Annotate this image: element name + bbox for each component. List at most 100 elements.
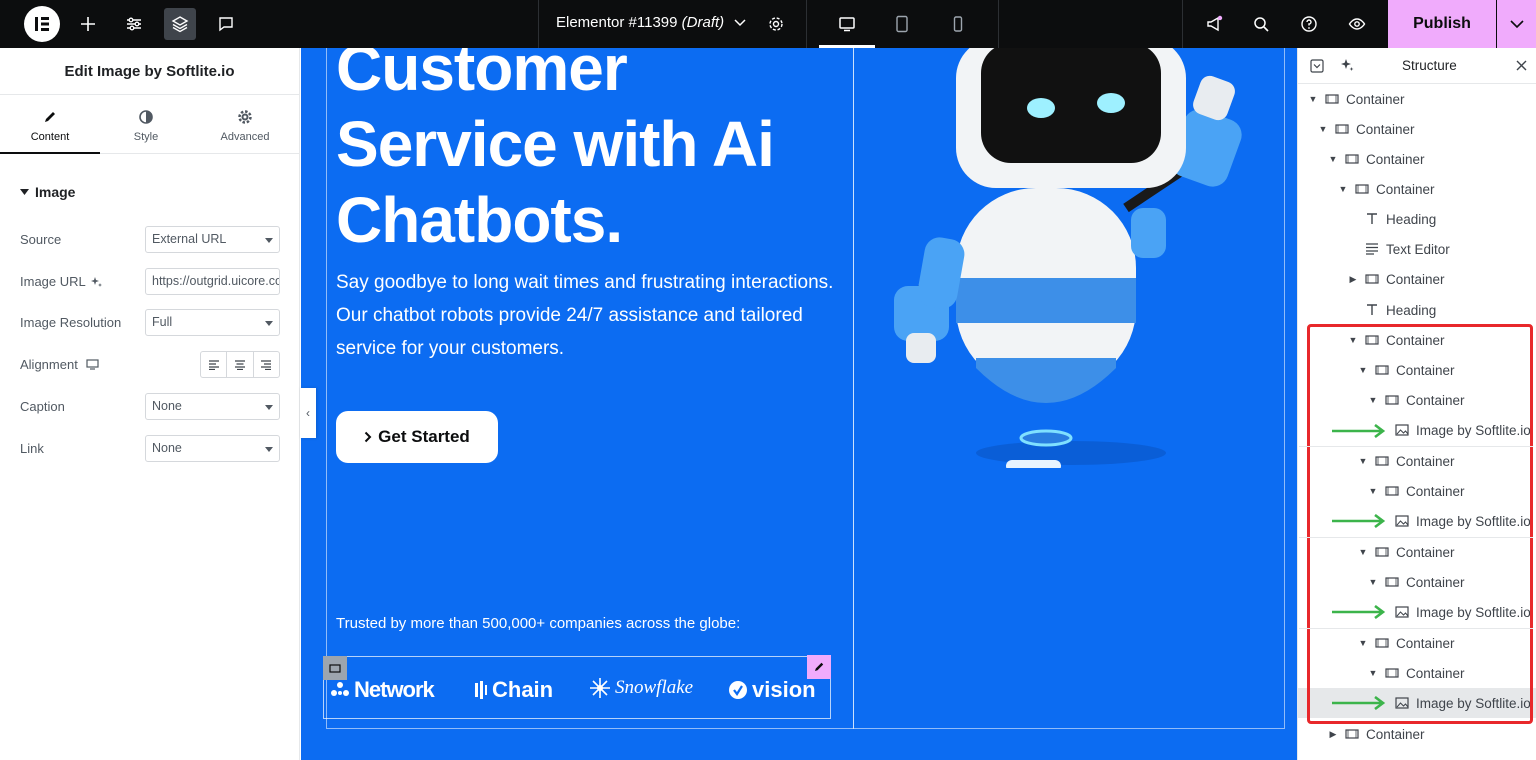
hero-paragraph[interactable]: Say goodbye to long wait times and frust… [336, 266, 836, 365]
container-icon [1344, 727, 1360, 741]
divider [1299, 537, 1533, 538]
divider [1299, 628, 1533, 629]
caret-down-icon[interactable]: ▼ [1338, 184, 1348, 194]
link-select[interactable]: None [145, 435, 280, 462]
container-icon [1344, 152, 1360, 166]
section-title: Image [35, 184, 76, 200]
caret-right-icon[interactable]: ▶ [1328, 729, 1338, 740]
collapse-panel-chevron-icon[interactable]: ‹ [300, 388, 316, 438]
desktop-responsive-icon[interactable] [86, 359, 99, 370]
structure-row-container[interactable]: ▼ Container [1298, 114, 1536, 144]
arrow-right-icon [1332, 424, 1386, 438]
robot-illustration [894, 48, 1242, 468]
source-select[interactable]: External URL [145, 226, 280, 253]
preview-eye-icon[interactable] [1341, 8, 1373, 40]
logo-vision-text: vision [752, 677, 816, 702]
structure-row-label: Heading [1386, 302, 1437, 318]
mobile-view-icon[interactable] [942, 8, 974, 40]
arrow-right-icon [1332, 696, 1386, 710]
image-section-header[interactable]: Image [20, 184, 75, 200]
structure-row-heading[interactable]: Heading [1298, 204, 1536, 234]
logo-network: Network [330, 677, 435, 703]
image-url-label: Image URL [20, 274, 86, 289]
alignment-control [200, 351, 280, 378]
divider [1299, 446, 1533, 447]
editor-canvas: Customer Service with Ai Chatbots. Say g… [301, 48, 1297, 760]
logos-container[interactable]: Network Chain Snowflake vision [323, 656, 831, 719]
help-icon[interactable] [1293, 8, 1325, 40]
container-handle-icon[interactable] [323, 656, 347, 680]
link-label: Link [20, 441, 44, 456]
structure-row-heading[interactable]: Heading [1298, 295, 1536, 325]
arrow-right-icon [1332, 514, 1386, 528]
alignment-label: Alignment [20, 357, 78, 372]
snowflake-logo-icon [590, 678, 610, 698]
resolution-label: Image Resolution [20, 315, 122, 330]
notifications-megaphone-icon[interactable] [1198, 8, 1230, 40]
tab-content-label: Content [30, 131, 70, 143]
ai-sparkle-icon[interactable] [1340, 58, 1354, 72]
pencil-icon [45, 112, 55, 122]
structure-row-container[interactable]: ▶ Container [1298, 264, 1536, 294]
get-started-label: Get Started [378, 427, 470, 446]
document-status: (Draft) [681, 14, 725, 31]
image-url-input[interactable]: https://outgrid.uicore.co [145, 268, 280, 295]
caret-down-icon [20, 189, 29, 195]
page-settings-gear-icon[interactable] [760, 8, 792, 40]
document-name: Elementor #11399 [556, 14, 678, 31]
publish-options-chevron-icon[interactable] [1497, 0, 1536, 48]
publish-button[interactable]: Publish [1388, 0, 1496, 48]
vision-logo-icon [729, 681, 747, 699]
caret-right-icon[interactable]: ▶ [1348, 274, 1358, 285]
get-started-button[interactable]: Get Started [336, 411, 498, 463]
structure-row-container[interactable]: ▼ Container [1298, 84, 1536, 114]
site-settings-icon[interactable] [118, 8, 150, 40]
structure-title: Structure [1402, 58, 1457, 73]
alignment-label-group: Alignment [20, 357, 99, 372]
half-circle-icon [139, 110, 153, 124]
hero-heading[interactable]: Customer Service with Ai Chatbots. [336, 48, 856, 258]
tab-style[interactable]: Style [96, 96, 196, 154]
structure-row-container[interactable]: ▼ Container [1298, 174, 1536, 204]
document-title[interactable]: Elementor #11399 (Draft) [556, 14, 746, 31]
logo-snowflake: Snowflake [589, 677, 693, 699]
structure-row-label: Container [1376, 181, 1435, 197]
image-url-value: https://outgrid.uicore.co [152, 274, 280, 288]
edit-widget-pencil-icon[interactable] [807, 655, 831, 679]
heading-icon [1364, 303, 1380, 317]
align-center-icon[interactable] [227, 352, 254, 377]
tab-content[interactable]: Content [0, 96, 100, 154]
tablet-view-icon[interactable] [886, 8, 918, 40]
desktop-view-icon[interactable] [831, 8, 863, 40]
structure-row-text[interactable]: Text Editor [1298, 234, 1536, 264]
gear-icon [238, 110, 252, 124]
chevron-down-icon [734, 19, 746, 27]
logo-chain: Chain [474, 677, 553, 703]
structure-row-label: Container [1356, 121, 1415, 137]
align-right-icon[interactable] [254, 352, 279, 377]
logo-chain-text: Chain [492, 677, 554, 702]
tab-advanced[interactable]: Advanced [195, 96, 295, 154]
logo-network-text: Network [354, 677, 435, 702]
search-icon[interactable] [1245, 8, 1277, 40]
close-icon[interactable] [1516, 60, 1527, 71]
add-element-icon[interactable] [72, 8, 104, 40]
elementor-logo[interactable] [24, 6, 60, 42]
caret-down-icon[interactable]: ▼ [1318, 124, 1328, 134]
ai-sparkle-icon[interactable] [90, 276, 102, 288]
comments-icon[interactable] [210, 8, 242, 40]
trusted-text[interactable]: Trusted by more than 500,000+ companies … [336, 615, 740, 632]
image-url-label-group: Image URL [20, 274, 102, 289]
caret-down-icon[interactable]: ▼ [1328, 154, 1338, 164]
tab-advanced-label: Advanced [220, 131, 270, 143]
container-icon [1354, 182, 1370, 196]
resolution-select[interactable]: Full [145, 309, 280, 336]
tab-style-label: Style [133, 131, 159, 143]
caption-select[interactable]: None [145, 393, 280, 420]
container-icon [1334, 122, 1350, 136]
align-left-icon[interactable] [201, 352, 228, 377]
structure-row-container[interactable]: ▼ Container [1298, 144, 1536, 174]
structure-layers-icon[interactable] [164, 8, 196, 40]
collapse-all-icon[interactable] [1310, 59, 1324, 73]
caret-down-icon[interactable]: ▼ [1308, 94, 1318, 104]
